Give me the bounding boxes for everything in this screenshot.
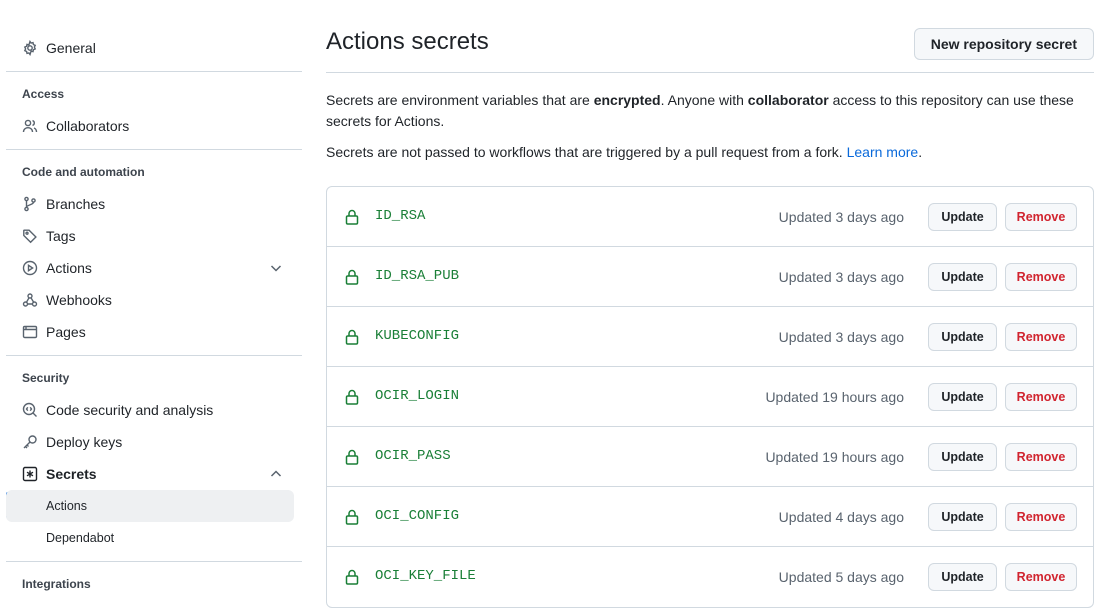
sidebar-item-pages[interactable]: Pages <box>6 316 302 348</box>
desc-text: Secrets are environment variables that a… <box>326 92 594 108</box>
sidebar-item-label: Code security and analysis <box>46 402 214 418</box>
new-repository-secret-button[interactable]: New repository secret <box>913 28 1094 60</box>
sidebar-divider <box>6 149 302 150</box>
update-button[interactable]: Update <box>928 323 997 351</box>
sidebar-item-label: Secrets <box>46 466 97 482</box>
codescan-icon <box>22 402 38 418</box>
fork-note: Secrets are not passed to workflows that… <box>326 142 1086 163</box>
section-heading-integrations: Integrations <box>22 577 91 591</box>
remove-button[interactable]: Remove <box>1005 443 1077 471</box>
secret-name: ID_RSA_PUB <box>375 268 460 284</box>
update-button[interactable]: Update <box>928 563 997 591</box>
sidebar-item-label: Tags <box>46 228 76 244</box>
sidebar-item-secrets[interactable]: Secrets <box>6 458 302 490</box>
sidebar-item-branches[interactable]: Branches <box>6 188 302 220</box>
tag-icon <box>22 228 38 244</box>
secrets-list: ID_RSA Updated 3 days ago Update Remove ID_R… <box>326 186 1094 608</box>
update-button[interactable]: Update <box>928 503 997 531</box>
desc-bold-encrypted: encrypted <box>593 92 661 108</box>
secret-row: OCI_CONFIG Updated 4 days ago Update Remove <box>327 487 1093 547</box>
secret-name: OCI_CONFIG <box>375 508 460 524</box>
sidebar-item-code-security[interactable]: Code security and analysis <box>6 394 302 426</box>
secret-name: OCIR_PASS <box>375 448 451 464</box>
play-circle-icon <box>22 260 38 276</box>
section-heading-security: Security <box>22 371 70 385</box>
desc-bold-collaborator: collaborator <box>747 92 829 108</box>
lock-icon <box>345 569 359 585</box>
lock-icon <box>345 449 359 465</box>
title-divider <box>326 72 1094 73</box>
secret-updated: Updated 5 days ago <box>778 569 904 585</box>
desc-text: Secrets are not passed to workflows that… <box>326 144 847 160</box>
secret-name: OCI_KEY_FILE <box>375 568 476 584</box>
sidebar-divider <box>6 71 302 72</box>
secret-row: OCI_KEY_FILE Updated 5 days ago Update Remo… <box>327 547 1093 607</box>
sidebar-item-label: Actions <box>46 260 92 276</box>
remove-button[interactable]: Remove <box>1005 563 1077 591</box>
sidebar-subitem-secrets-dependabot[interactable]: Dependabot <box>6 522 294 554</box>
secret-row: ID_RSA Updated 3 days ago Update Remove <box>327 187 1093 247</box>
sidebar-item-label: Webhooks <box>46 292 112 308</box>
secret-updated: Updated 3 days ago <box>778 269 904 285</box>
secret-updated: Updated 19 hours ago <box>765 449 904 465</box>
sidebar-item-label: Collaborators <box>46 118 130 134</box>
update-button[interactable]: Update <box>928 383 997 411</box>
sidebar-item-tags[interactable]: Tags <box>6 220 302 252</box>
secret-row: ID_RSA_PUB Updated 3 days ago Update Remove <box>327 247 1093 307</box>
sidebar-item-actions[interactable]: Actions <box>6 252 302 284</box>
chevron-up-icon[interactable] <box>268 466 284 482</box>
sidebar-item-general[interactable]: General <box>6 32 302 64</box>
section-heading-access: Access <box>22 87 65 101</box>
git-branch-icon <box>22 196 38 212</box>
remove-button[interactable]: Remove <box>1005 323 1077 351</box>
settings-sidebar: General Access Collaborators Code and au… <box>6 0 302 610</box>
lock-icon <box>345 209 359 225</box>
asterisk-box-icon <box>22 466 38 482</box>
webhook-icon <box>22 292 38 308</box>
sidebar-item-webhooks[interactable]: Webhooks <box>6 284 302 316</box>
section-heading-code-automation: Code and automation <box>22 165 145 179</box>
gear-icon <box>22 40 38 56</box>
update-button[interactable]: Update <box>928 443 997 471</box>
secret-updated: Updated 3 days ago <box>778 209 904 225</box>
secret-row: KUBECONFIG Updated 3 days ago Update Remove <box>327 307 1093 367</box>
secret-updated: Updated 3 days ago <box>778 329 904 345</box>
lock-icon <box>345 509 359 525</box>
lock-icon <box>345 389 359 405</box>
remove-button[interactable]: Remove <box>1005 503 1077 531</box>
secret-updated: Updated 19 hours ago <box>765 389 904 405</box>
people-icon <box>22 118 38 134</box>
lock-icon <box>345 269 359 285</box>
key-icon <box>22 434 38 450</box>
browser-icon <box>22 324 38 340</box>
secret-row: OCIR_PASS Updated 19 hours ago Update Remov… <box>327 427 1093 487</box>
learn-more-link[interactable]: Learn more <box>847 144 919 160</box>
secrets-description: Secrets are environment variables that a… <box>326 90 1086 132</box>
chevron-down-icon[interactable] <box>268 260 284 276</box>
lock-icon <box>345 329 359 345</box>
sidebar-item-label: Pages <box>46 324 86 340</box>
sidebar-item-label: Branches <box>46 196 106 212</box>
secret-name: ID_RSA <box>375 208 426 224</box>
secret-row: OCIR_LOGIN Updated 19 hours ago Update Remo… <box>327 367 1093 427</box>
remove-button[interactable]: Remove <box>1005 383 1077 411</box>
secret-updated: Updated 4 days ago <box>778 509 904 525</box>
update-button[interactable]: Update <box>928 203 997 231</box>
sidebar-subitem-secrets-actions[interactable]: Actions <box>6 490 294 522</box>
update-button[interactable]: Update <box>928 263 997 291</box>
secret-name: KUBECONFIG <box>375 328 460 344</box>
sidebar-item-label: Deploy keys <box>46 434 123 450</box>
sidebar-item-label: General <box>46 40 96 56</box>
desc-text: . Anyone with <box>660 92 748 108</box>
sidebar-item-deploy-keys[interactable]: Deploy keys <box>6 426 302 458</box>
sidebar-divider <box>6 355 302 356</box>
desc-text: . <box>918 144 923 160</box>
remove-button[interactable]: Remove <box>1005 263 1077 291</box>
secret-name: OCIR_LOGIN <box>375 388 460 404</box>
sidebar-item-collaborators[interactable]: Collaborators <box>6 110 302 142</box>
remove-button[interactable]: Remove <box>1005 203 1077 231</box>
sidebar-divider <box>6 561 302 562</box>
page-title: Actions secrets <box>326 28 489 55</box>
